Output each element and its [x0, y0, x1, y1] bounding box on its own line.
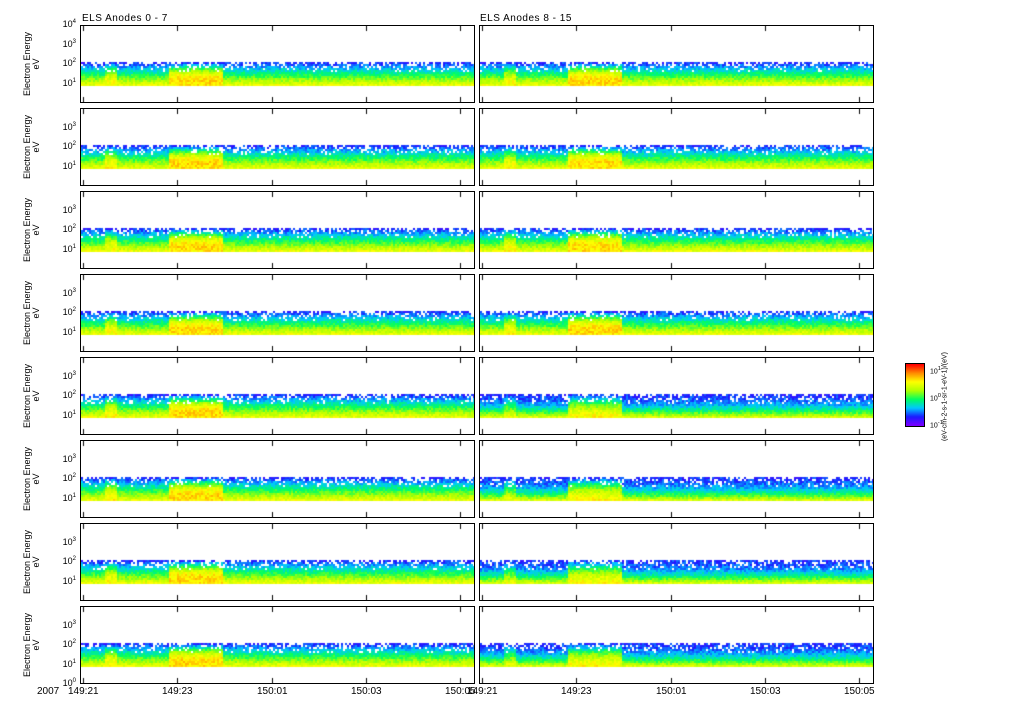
- spectrogram-panel: [479, 108, 874, 186]
- spectrogram-heatmap: [81, 524, 474, 600]
- y-tick-label: 103: [62, 619, 76, 630]
- spectrogram-panel: [80, 606, 475, 684]
- x-tick-label: 149:21: [467, 686, 498, 697]
- spectrogram-heatmap: [480, 275, 873, 351]
- spectrogram-heatmap: [480, 524, 873, 600]
- spectrogram-panel: [80, 357, 475, 435]
- x-tick-label: 150:03: [351, 686, 382, 697]
- y-tick-label: 101: [62, 575, 76, 586]
- y-tick-label: 102: [62, 556, 76, 566]
- spectrogram-panel: [479, 523, 874, 601]
- colorbar-tick-mid: 100: [930, 393, 942, 403]
- colorbar: [905, 363, 925, 427]
- spectrogram-heatmap: [81, 441, 474, 517]
- x-tick-label: 149:21: [68, 686, 99, 697]
- spectrogram-figure: ELS Anodes 0 - 7 ELS Anodes 8 - 15 2007 …: [0, 0, 1024, 708]
- spectrogram-panel: [479, 191, 874, 269]
- x-tick-label: 150:01: [656, 686, 687, 697]
- y-tick-label: 102: [62, 58, 76, 68]
- y-tick-label: 104: [62, 19, 76, 29]
- y-tick-label: 101: [62, 243, 76, 254]
- spectrogram-panel: [80, 440, 475, 518]
- y-tick-label: 102: [62, 390, 76, 400]
- y-tick-label: 103: [62, 38, 76, 49]
- spectrogram-heatmap: [480, 358, 873, 434]
- spectrogram-panel: [80, 523, 475, 601]
- y-tick-label: 103: [62, 204, 76, 215]
- spectrogram-heatmap: [480, 441, 873, 517]
- y-tick-label: 101: [62, 77, 76, 88]
- y-tick-label: 103: [62, 121, 76, 132]
- spectrogram-heatmap: [81, 607, 474, 683]
- y-axis-label: Electron Energy eV: [22, 31, 41, 97]
- x-tick-label: 150:05: [844, 686, 875, 697]
- spectrogram-heatmap: [81, 358, 474, 434]
- y-tick-label: 103: [62, 453, 76, 464]
- left-column-title: ELS Anodes 0 - 7: [82, 13, 168, 24]
- x-tick-label: 150:01: [257, 686, 288, 697]
- y-tick-label: 103: [62, 536, 76, 547]
- spectrogram-heatmap: [81, 275, 474, 351]
- y-axis-label: Electron Energy eV: [22, 114, 41, 180]
- y-axis-label: Electron Energy eV: [22, 529, 41, 595]
- y-tick-label: 101: [62, 326, 76, 337]
- spectrogram-heatmap: [81, 109, 474, 185]
- y-tick-label: 102: [62, 224, 76, 234]
- y-axis-label: Electron Energy eV: [22, 446, 41, 512]
- y-tick-label: 102: [62, 141, 76, 151]
- y-tick-label: 102: [62, 639, 76, 649]
- spectrogram-heatmap: [480, 109, 873, 185]
- spectrogram-heatmap: [81, 192, 474, 268]
- y-axis-label: Electron Energy eV: [22, 197, 41, 263]
- spectrogram-panel: [80, 108, 475, 186]
- spectrogram-panel: [80, 274, 475, 352]
- spectrogram-panel: [479, 274, 874, 352]
- spectrogram-panel: [479, 25, 874, 103]
- y-tick-label: 102: [62, 307, 76, 317]
- x-tick-label: 150:03: [750, 686, 781, 697]
- y-tick-label: 101: [62, 658, 76, 669]
- y-tick-label: 101: [62, 492, 76, 503]
- spectrogram-heatmap: [480, 607, 873, 683]
- x-tick-label: 149:23: [561, 686, 592, 697]
- spectrogram-panel: [479, 606, 874, 684]
- spectrogram-heatmap: [480, 26, 873, 102]
- spectrogram-panel: [479, 440, 874, 518]
- y-axis-label: Electron Energy eV: [22, 612, 41, 678]
- right-column-title: ELS Anodes 8 - 15: [480, 13, 572, 24]
- spectrogram-heatmap: [480, 192, 873, 268]
- y-tick-label: 102: [62, 473, 76, 483]
- colorbar-label: (eV-cm-2-s-1-sr-1-eV-1)/(eV): [941, 351, 949, 442]
- y-tick-label: 101: [62, 160, 76, 171]
- x-tick-label: 149:23: [162, 686, 193, 697]
- spectrogram-panel: [80, 25, 475, 103]
- y-axis-label: Electron Energy eV: [22, 280, 41, 346]
- y-axis-label: Electron Energy eV: [22, 363, 41, 429]
- y-tick-label: 101: [62, 409, 76, 420]
- y-tick-label: 103: [62, 287, 76, 298]
- spectrogram-panel: [479, 357, 874, 435]
- y-tick-label: 103: [62, 370, 76, 381]
- colorbar-tick-top: 101: [930, 366, 942, 376]
- spectrogram-heatmap: [81, 26, 474, 102]
- spectrogram-panel: [80, 191, 475, 269]
